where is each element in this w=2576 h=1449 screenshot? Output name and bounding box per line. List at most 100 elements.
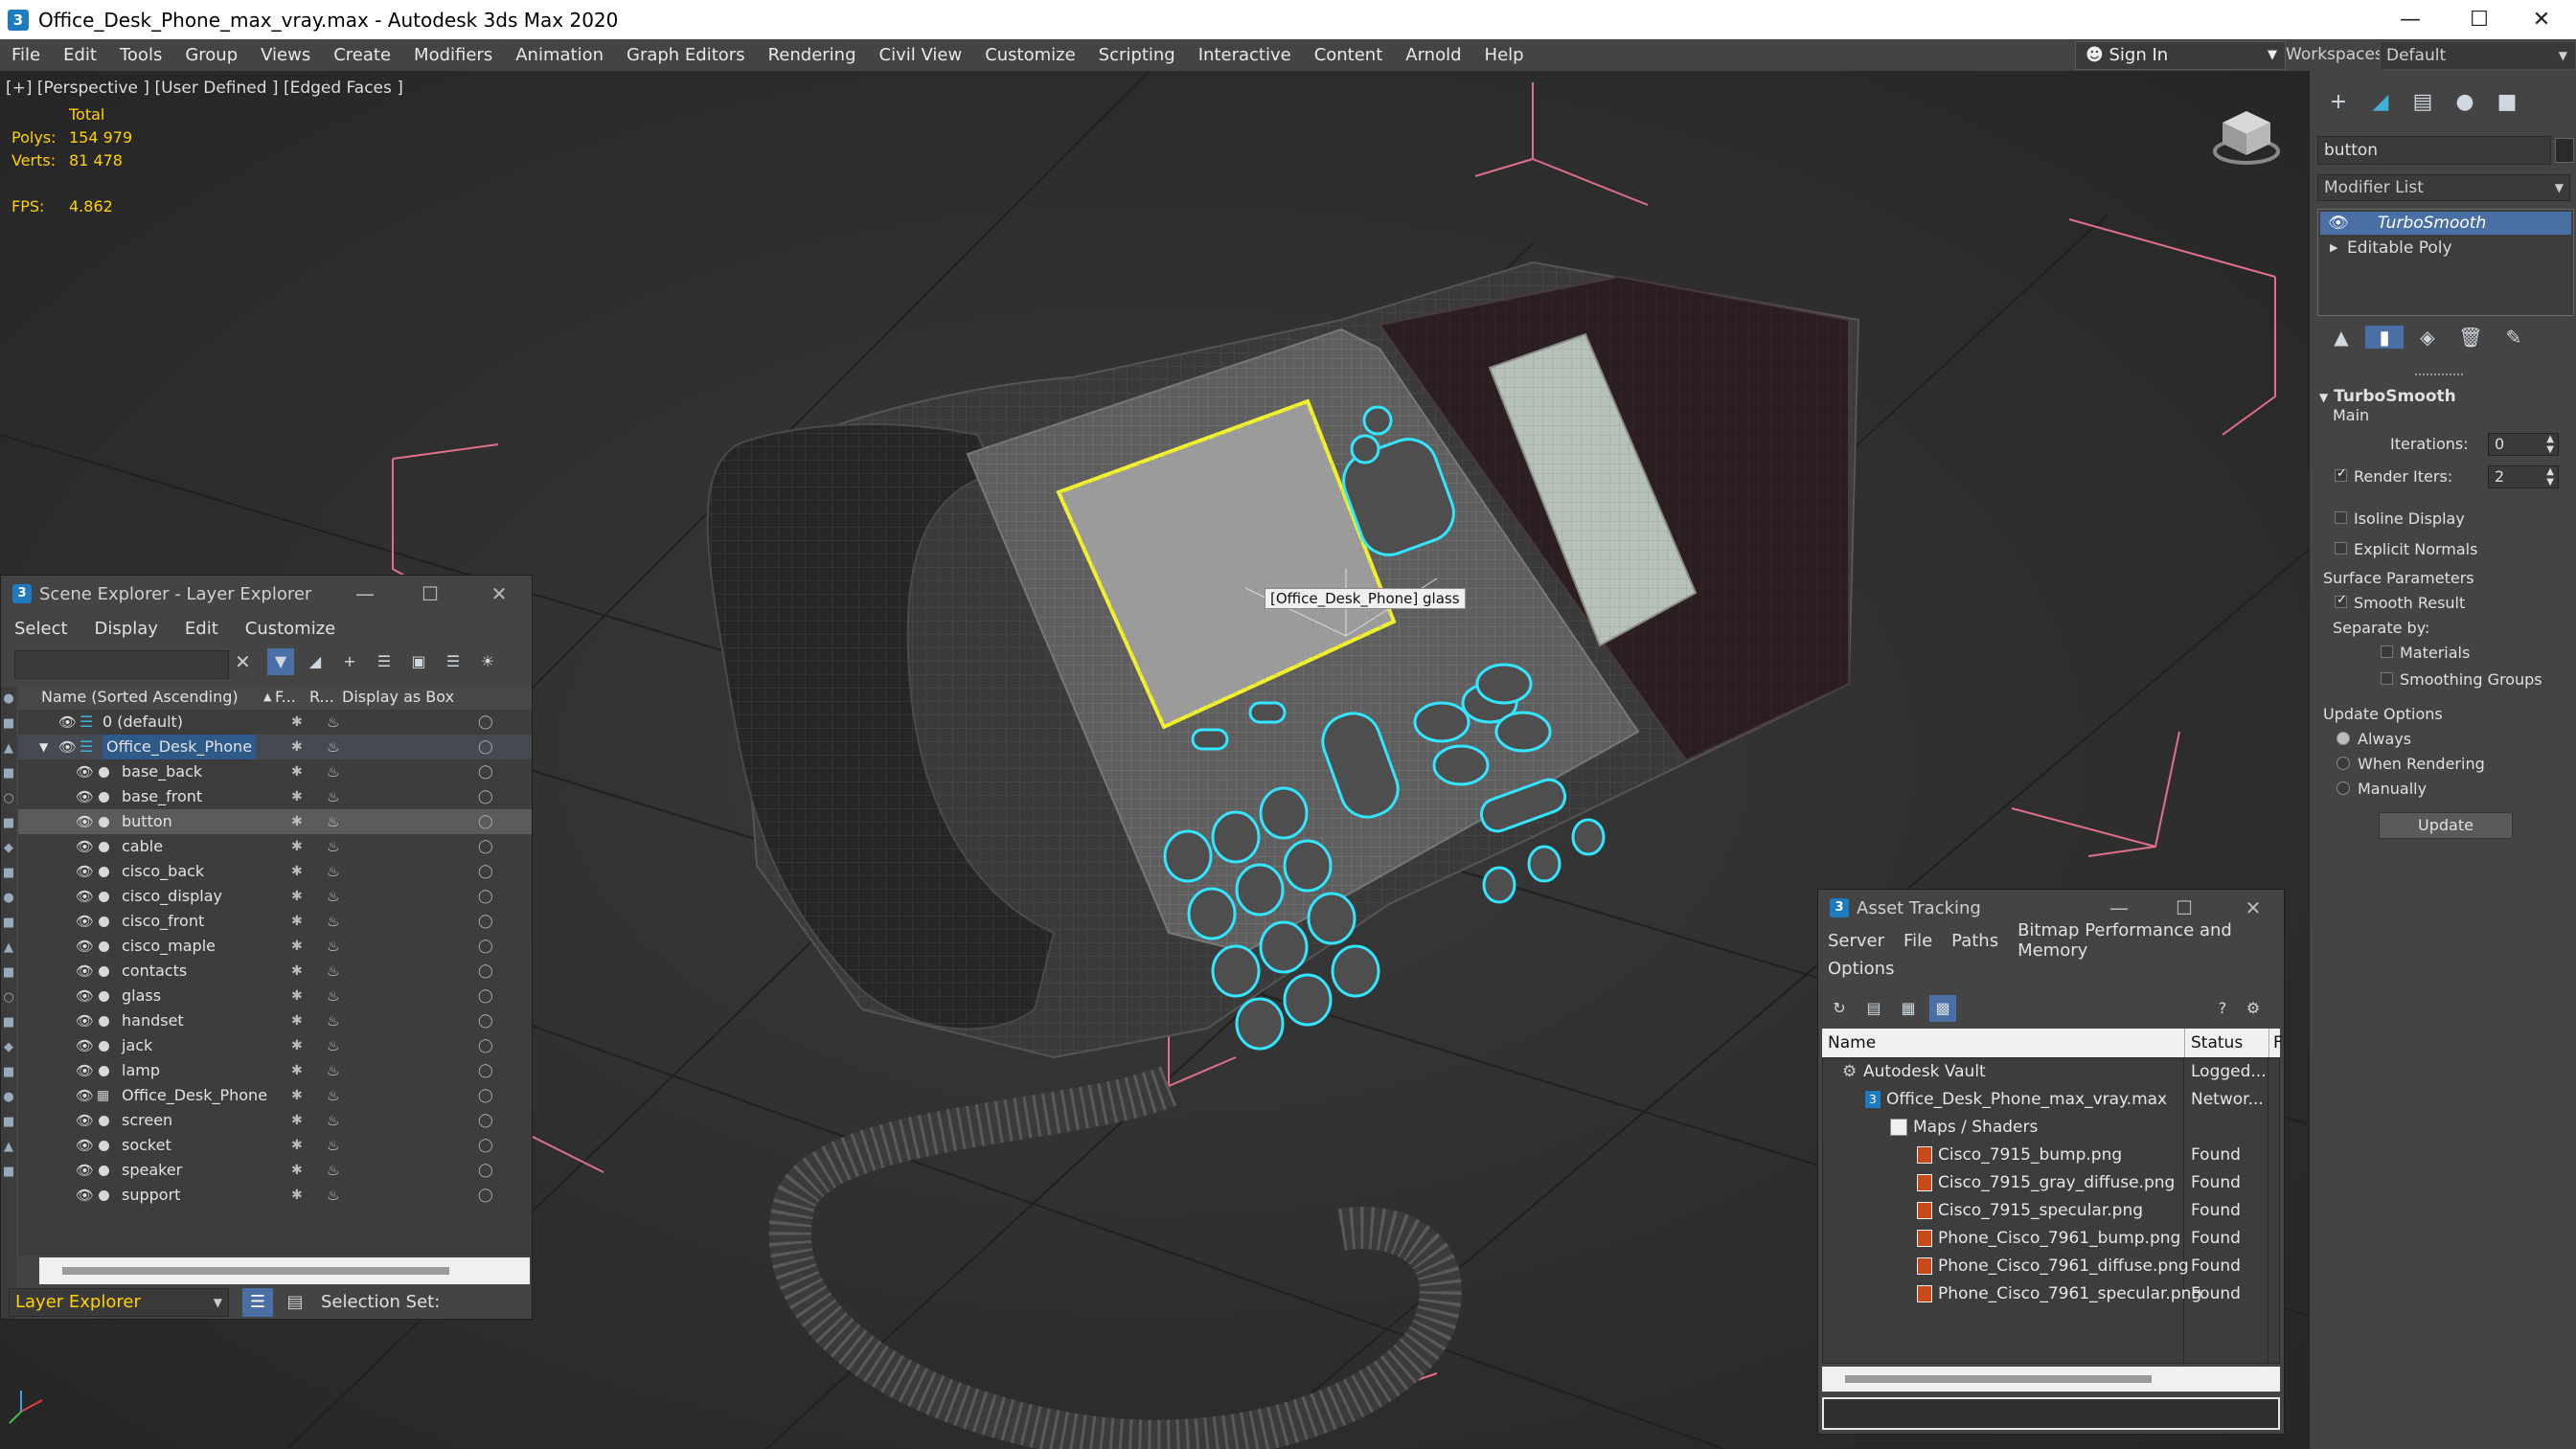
configure-sets-icon[interactable]: ✎ bbox=[2490, 326, 2538, 349]
col-freeze[interactable]: F... bbox=[275, 685, 296, 710]
list-view-icon[interactable]: ▤ bbox=[1860, 995, 1887, 1022]
box-icon[interactable]: ◯ bbox=[478, 1083, 493, 1108]
list-item[interactable]: 👁 screen ✱ ♨ ◯ bbox=[18, 1108, 532, 1133]
add-layer-icon[interactable]: + bbox=[336, 648, 363, 675]
box-icon[interactable]: ◯ bbox=[478, 1058, 493, 1083]
box-icon[interactable]: ◯ bbox=[478, 759, 493, 784]
chevron-right-icon[interactable]: ▶ bbox=[2330, 237, 2337, 260]
horizontal-scrollbar[interactable] bbox=[1822, 1367, 2280, 1392]
menu-customize[interactable]: Customize bbox=[232, 619, 349, 639]
side-tool-icons[interactable]: ● ■ ▲ ■ ○ ■ ◆ ■ ● ■ ▲ ■ ○ ■ ◆ ■ ● ■ ▲ ■ bbox=[1, 687, 16, 1223]
create-tab-icon[interactable]: + bbox=[2317, 90, 2359, 114]
render-iters-spinner[interactable]: 2 ▲ ▼ bbox=[2488, 465, 2559, 488]
menu-tools[interactable]: Tools bbox=[108, 45, 173, 65]
scrollbar-thumb[interactable] bbox=[1845, 1375, 2152, 1383]
list-item[interactable]: 👁 ☰ 0 (default) ✱ ♨ ◯ bbox=[18, 710, 532, 735]
render-icon[interactable]: ♨ bbox=[327, 710, 339, 735]
modifier-list-dropdown[interactable]: Modifier List ▼ bbox=[2317, 174, 2570, 201]
stack-item-turbosmooth[interactable]: 👁 TurboSmooth bbox=[2320, 212, 2571, 235]
freeze-icon[interactable]: ✱ bbox=[291, 984, 303, 1008]
list-item[interactable]: 👁 speaker ✱ ♨ ◯ bbox=[18, 1158, 532, 1183]
list-item[interactable]: 👁 cisco_back ✱ ♨ ◯ bbox=[18, 859, 532, 884]
table-row[interactable]: ⚙ Autodesk Vault Logged... bbox=[1823, 1058, 2279, 1086]
settings-icon[interactable]: ⚙ bbox=[2240, 995, 2267, 1022]
lock-icon[interactable]: ◢ bbox=[302, 648, 329, 675]
render-icon[interactable]: ♨ bbox=[327, 1008, 339, 1033]
col-name[interactable]: Name (Sorted Ascending) bbox=[41, 685, 239, 710]
stack-icon[interactable]: ☰ bbox=[440, 648, 467, 675]
table-row[interactable]: Cisco_7915_gray_diffuse.png Found bbox=[1823, 1169, 2279, 1197]
freeze-icon[interactable]: ✱ bbox=[291, 959, 303, 984]
col-render[interactable]: R... bbox=[309, 685, 334, 710]
eye-icon[interactable]: 👁 bbox=[76, 759, 94, 784]
spinner-arrows-icon[interactable]: ▲ ▼ bbox=[2546, 466, 2554, 487]
list-item[interactable]: 👁 ▦ Office_Desk_Phone ✱ ♨ ◯ bbox=[18, 1083, 532, 1108]
freeze-icon[interactable]: ✱ bbox=[291, 784, 303, 809]
grid-view-icon[interactable]: ▩ bbox=[1929, 995, 1956, 1022]
eye-icon[interactable]: 👁 bbox=[76, 1158, 94, 1183]
list-item[interactable]: 👁 base_back ✱ ♨ ◯ bbox=[18, 759, 532, 784]
spinner-arrows-icon[interactable]: ▲ ▼ bbox=[2546, 434, 2554, 455]
maximize-icon[interactable]: ☐ bbox=[2155, 890, 2213, 926]
table-row[interactable]: Phone_Cisco_7961_diffuse.png Found bbox=[1823, 1253, 2279, 1280]
hierarchy-tab-icon[interactable]: ▤ bbox=[2402, 90, 2444, 114]
freeze-icon[interactable]: ✱ bbox=[291, 934, 303, 959]
render-icon[interactable]: ♨ bbox=[327, 1183, 339, 1208]
col-status[interactable]: Status bbox=[2184, 1029, 2243, 1057]
box-icon[interactable]: ◯ bbox=[478, 1008, 493, 1033]
box-icon[interactable]: ◯ bbox=[478, 909, 493, 934]
list-item[interactable]: 👁 cisco_display ✱ ♨ ◯ bbox=[18, 884, 532, 909]
box-icon[interactable]: ◯ bbox=[478, 784, 493, 809]
viewport-label[interactable]: [+] [Perspective ] [User Defined ] [Edge… bbox=[6, 79, 403, 98]
eye-icon[interactable]: 👁 bbox=[76, 959, 94, 984]
explicit-normals-checkbox[interactable] bbox=[2335, 542, 2347, 555]
list-item[interactable]: 👁 lamp ✱ ♨ ◯ bbox=[18, 1058, 532, 1083]
layers-icon[interactable]: ☰ bbox=[371, 648, 398, 675]
box-icon[interactable]: ◯ bbox=[478, 1183, 493, 1208]
render-icon[interactable]: ♨ bbox=[327, 784, 339, 809]
render-icon[interactable]: ♨ bbox=[327, 859, 339, 884]
render-icon[interactable]: ♨ bbox=[327, 959, 339, 984]
workspace-dropdown[interactable]: Default ▼ bbox=[2380, 41, 2576, 70]
list-item[interactable]: 👁 handset ✱ ♨ ◯ bbox=[18, 1008, 532, 1033]
object-color-swatch[interactable] bbox=[2555, 138, 2574, 163]
hierarchy-icon[interactable]: ▣ bbox=[405, 648, 432, 675]
list-item[interactable]: ▼ 👁 ☰ Office_Desk_Phone ✱ ♨ ◯ bbox=[18, 735, 532, 759]
eye-icon[interactable]: 👁 bbox=[76, 1133, 94, 1158]
list-item[interactable]: 👁 jack ✱ ♨ ◯ bbox=[18, 1033, 532, 1058]
menu-help[interactable]: Help bbox=[1473, 45, 1536, 65]
table-row[interactable]: Maps / Shaders bbox=[1823, 1114, 2279, 1142]
remove-modifier-icon[interactable]: 🗑 bbox=[2451, 326, 2490, 349]
menu-views[interactable]: Views bbox=[249, 45, 322, 65]
maximize-icon[interactable]: ☐ bbox=[401, 576, 459, 612]
table-row[interactable]: Cisco_7915_bump.png Found bbox=[1823, 1142, 2279, 1169]
freeze-icon[interactable]: ✱ bbox=[291, 1083, 303, 1108]
freeze-icon[interactable]: ✱ bbox=[291, 884, 303, 909]
list-item[interactable]: 👁 support ✱ ♨ ◯ bbox=[18, 1183, 532, 1208]
menu-animation[interactable]: Animation bbox=[504, 45, 615, 65]
object-name-field[interactable]: button bbox=[2317, 136, 2551, 165]
update-button[interactable]: Update bbox=[2379, 812, 2513, 839]
menu-edit[interactable]: Edit bbox=[52, 45, 108, 65]
hierarchy-toggle-icon[interactable]: ▤ bbox=[281, 1288, 309, 1317]
render-icon[interactable]: ♨ bbox=[327, 735, 339, 759]
display-tab-icon[interactable]: ■ bbox=[2486, 90, 2528, 114]
menu-interactive[interactable]: Interactive bbox=[1187, 45, 1303, 65]
list-item[interactable]: 👁 cisco_maple ✱ ♨ ◯ bbox=[18, 934, 532, 959]
show-end-result-icon[interactable]: ▮ bbox=[2365, 326, 2404, 349]
minimize-icon[interactable]: — bbox=[336, 576, 394, 612]
render-icon[interactable]: ♨ bbox=[327, 1033, 339, 1058]
col-extra[interactable]: F bbox=[2268, 1029, 2283, 1057]
box-icon[interactable]: ◯ bbox=[478, 1033, 493, 1058]
close-icon[interactable]: ✕ bbox=[2224, 890, 2282, 926]
close-button[interactable]: ✕ bbox=[2507, 0, 2576, 39]
minimize-icon[interactable]: — bbox=[2090, 890, 2148, 926]
box-icon[interactable]: ◯ bbox=[478, 1108, 493, 1133]
motion-tab-icon[interactable]: ● bbox=[2444, 90, 2486, 114]
render-icon[interactable]: ♨ bbox=[327, 884, 339, 909]
iterations-spinner[interactable]: 0 ▲ ▼ bbox=[2488, 433, 2559, 456]
menu-arnold[interactable]: Arnold bbox=[1394, 45, 1472, 65]
box-icon[interactable]: ◯ bbox=[478, 735, 493, 759]
close-icon[interactable]: ✕ bbox=[470, 576, 528, 612]
table-row[interactable]: Phone_Cisco_7961_specular.png Found bbox=[1823, 1280, 2279, 1308]
